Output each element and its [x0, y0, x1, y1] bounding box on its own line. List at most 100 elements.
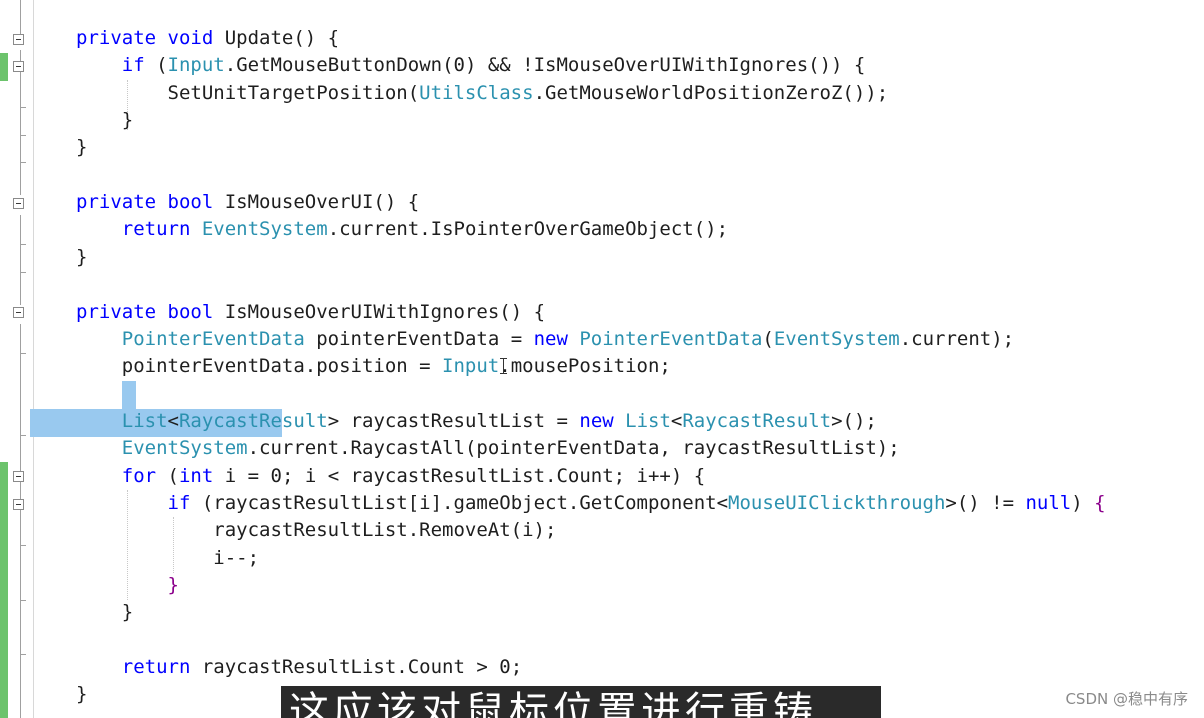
code-token: for: [121, 464, 168, 487]
code-line: for (int i = 0; i < raycastResultList.Co…: [76, 463, 705, 490]
code-line: }: [76, 681, 87, 708]
fold-toggle[interactable]: [13, 307, 24, 318]
code-token: i--;: [76, 546, 260, 569]
change-indicator: [0, 462, 8, 718]
code-token: ): [1071, 491, 1095, 514]
code-line: raycastResultList.RemoveAt(i);: [76, 517, 556, 544]
code-token: Input: [167, 54, 225, 77]
text-selection: [122, 381, 136, 409]
code-line: return raycastResultList.Count > 0;: [76, 654, 522, 681]
code-token: i = 0; i < raycastResultList.Count; i++)…: [224, 464, 706, 487]
change-indicator: [0, 53, 8, 81]
mouse-ibeam-cursor: [500, 358, 507, 374]
code-token: UtilsClass: [419, 81, 534, 104]
code-token: EventSystem: [201, 218, 328, 241]
code-token: PointerEventData: [579, 327, 763, 350]
code-token: .current);: [899, 327, 1015, 350]
code-editor[interactable]: private void Update() { if (Input.GetMou…: [0, 0, 1204, 718]
code-token: void: [167, 27, 225, 49]
code-token: return: [121, 656, 202, 679]
code-token: IsMouseOverUIWithIgnores() {: [224, 300, 546, 323]
code-token: () {: [293, 27, 340, 49]
code-token: private: [76, 27, 168, 49]
fold-toggle[interactable]: [13, 61, 24, 72]
code-token: return: [121, 218, 202, 241]
code-line: pointerEventData.position = Input.mouseP…: [76, 353, 671, 380]
code-token: (: [167, 464, 179, 487]
code-token: PointerEventData: [121, 327, 305, 350]
code-token: List: [121, 409, 168, 432]
code-token: }: [76, 245, 88, 268]
outline-tick: [20, 162, 26, 163]
code-token: .current.RaycastAll(pointerEventData, ra…: [247, 437, 900, 460]
code-line: return EventSystem.current.IsPointerOver…: [76, 216, 728, 243]
outline-tick: [20, 272, 26, 273]
outline-tick: [20, 654, 26, 655]
code-token: SetUnitTargetPosition(: [76, 81, 420, 104]
fold-toggle[interactable]: [13, 499, 24, 510]
code-token: (: [762, 327, 774, 350]
code-token: EventSystem: [773, 327, 900, 350]
code-token: RaycastResult: [682, 409, 832, 432]
code-token: EventSystem: [121, 437, 248, 460]
code-token: <: [670, 409, 683, 432]
code-token: IsMouseOverUI() {: [224, 191, 420, 214]
code-token: }: [76, 601, 134, 624]
code-token: }: [76, 109, 134, 132]
code-token: private: [76, 300, 168, 323]
code-token: .current.IsPointerOverGameObject();: [327, 218, 729, 241]
code-token: }: [167, 574, 179, 596]
fold-toggle[interactable]: [13, 198, 24, 209]
subtitle-text: 这应该对鼠标位置进行重铸: [289, 689, 817, 718]
outline-tick: [20, 135, 26, 136]
code-line: private void Update() {: [76, 25, 339, 52]
outline-line: [20, 0, 21, 38]
code-token: .GetMouseButtonDown(0) && !IsMouseOverUI…: [224, 54, 866, 77]
code-line: }: [76, 107, 133, 134]
code-token: raycastResultList.Count > 0;: [201, 656, 523, 679]
code-line: }: [76, 244, 87, 271]
fold-toggle[interactable]: [13, 34, 24, 45]
code-token: (: [156, 54, 168, 77]
code-line: }: [76, 572, 179, 599]
code-token: pointerEventData.position =: [76, 355, 443, 378]
code-token: Input: [442, 355, 500, 378]
code-token: null: [1025, 491, 1072, 514]
code-line: EventSystem.current.RaycastAll(pointerEv…: [76, 435, 900, 462]
code-line: }: [76, 134, 87, 161]
code-token: {: [1094, 491, 1106, 514]
code-token: raycastResultList.RemoveAt(i);: [76, 519, 557, 542]
outline-line: [20, 215, 21, 305]
code-line: if (raycastResultList[i].gameObject.GetC…: [76, 490, 1106, 517]
code-token: (raycastResultList[i].gameObject.GetComp…: [201, 491, 729, 514]
fold-toggle[interactable]: [13, 471, 24, 482]
code-token: int: [178, 464, 225, 487]
code-token: if: [121, 54, 157, 77]
code-line: SetUnitTargetPosition(UtilsClass.GetMous…: [76, 80, 889, 107]
gutter-separator: [33, 0, 34, 718]
code-token: <: [167, 409, 179, 432]
outline-line: [20, 324, 21, 718]
code-line: private bool IsMouseOverUIWithIgnores() …: [76, 299, 545, 326]
code-token: MouseUIClickthrough: [728, 491, 946, 514]
code-token: List: [625, 409, 671, 432]
code-token: bool: [167, 300, 225, 323]
code-line: List<RaycastResult> raycastResultList = …: [76, 408, 877, 435]
outline-tick: [20, 545, 26, 546]
code-token: bool: [167, 191, 225, 214]
outline-tick: [20, 600, 26, 601]
code-line: private bool IsMouseOverUI() {: [76, 189, 419, 216]
code-token: new: [533, 327, 568, 350]
code-token: > raycastResultList =: [327, 409, 580, 432]
code-token: >();: [831, 409, 877, 432]
outline-tick: [20, 435, 26, 436]
code-token: if: [167, 491, 202, 514]
code-token: }: [76, 683, 88, 706]
code-token: RaycastResult: [178, 409, 328, 432]
